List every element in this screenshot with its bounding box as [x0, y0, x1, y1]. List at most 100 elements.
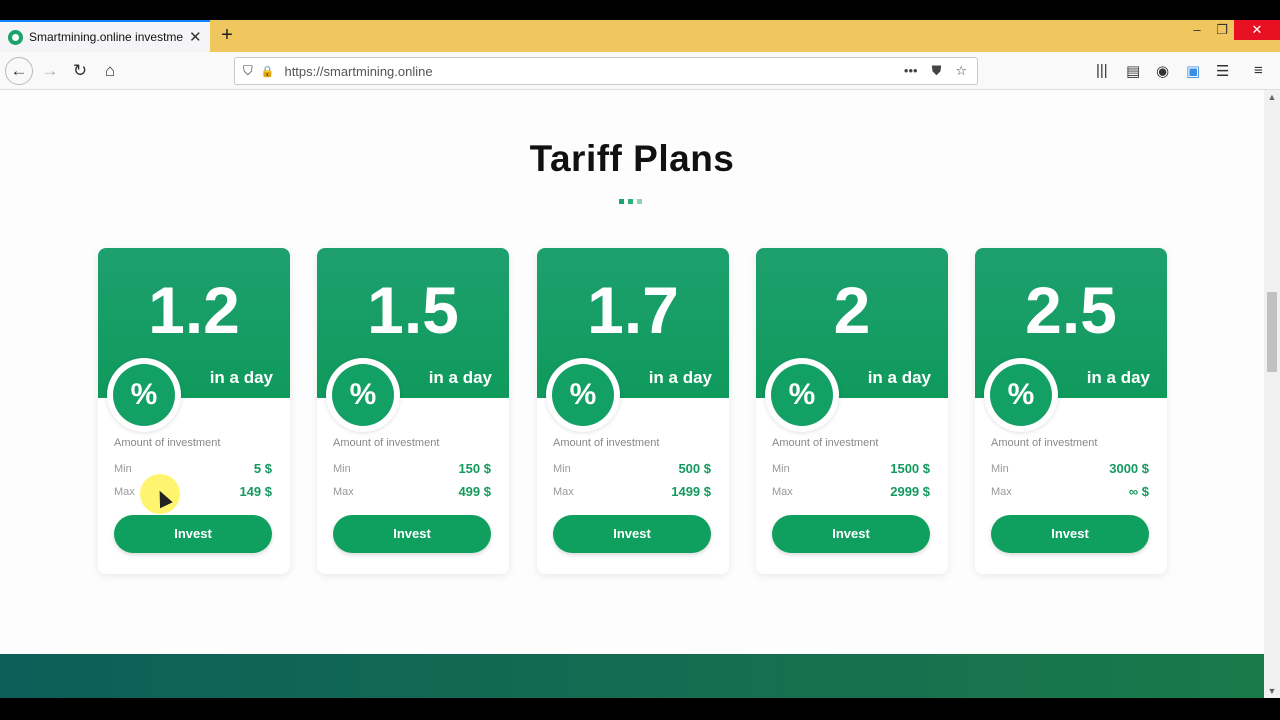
title-divider-dots — [619, 199, 642, 204]
url-bar[interactable]: ⛉ 🔒 https://smartmining.online ••• ⛊ ☆ — [234, 57, 978, 85]
new-tab-button[interactable]: + — [216, 24, 238, 46]
scrollbar-thumb[interactable] — [1267, 292, 1277, 372]
lock-icon[interactable]: 🔒 — [261, 65, 275, 78]
amount-label: Amount of investment — [772, 437, 879, 449]
max-label: Max — [772, 485, 793, 498]
sidebar-icon[interactable]: ▤ — [1126, 62, 1140, 80]
close-window-button[interactable]: ✕ — [1234, 20, 1280, 40]
tab-smartmining[interactable]: Smartmining.online investmen ✕ — [0, 20, 210, 52]
footer-band — [0, 654, 1264, 698]
forward-button[interactable]: → — [37, 58, 63, 84]
scroll-up-icon[interactable]: ▲ — [1264, 92, 1280, 102]
max-row: Max 1499 $ — [553, 484, 711, 499]
site-favicon-icon — [8, 29, 23, 45]
max-label: Max — [991, 485, 1012, 498]
url-text[interactable]: https://smartmining.online — [284, 64, 903, 79]
percent-badge: % — [546, 358, 620, 432]
min-label: Min — [553, 462, 571, 475]
plan-rate: 1.2 — [148, 273, 240, 347]
min-row: Min 150 $ — [333, 461, 491, 476]
amount-label: Amount of investment — [553, 437, 660, 449]
plan-period: in a day — [209, 368, 273, 387]
tab-strip: Smartmining.online investmen ✕ + – ❐ ✕ — [0, 20, 1280, 52]
min-label: Min — [114, 462, 132, 475]
tariff-plan-card: 2 in a day % Amount of investment Min 15… — [756, 248, 948, 574]
amount-label: Amount of investment — [333, 437, 440, 449]
tariff-plan-card: 1.5 in a day % Amount of investment Min … — [317, 248, 509, 574]
invest-button[interactable]: Invest — [991, 515, 1149, 553]
tab-title: Smartmining.online investmen — [29, 30, 183, 44]
percent-badge: % — [326, 358, 400, 432]
min-label: Min — [991, 462, 1009, 475]
plan-period: in a day — [1086, 368, 1150, 387]
toolbar-menu-icon[interactable]: ☰ — [1216, 62, 1229, 80]
plan-rate: 2 — [833, 273, 871, 347]
max-value: 149 $ — [239, 484, 272, 499]
page-scrollbar[interactable]: ▲ ▼ — [1264, 90, 1280, 698]
hamburger-menu-icon[interactable]: ≡ — [1254, 62, 1263, 79]
min-row: Min 3000 $ — [991, 461, 1149, 476]
amount-label: Amount of investment — [991, 437, 1098, 449]
page-content: Tariff Plans 1.2 in a day % Amount of in… — [0, 90, 1264, 698]
tracking-shield-icon[interactable]: ⛉ — [243, 63, 253, 79]
browser-window: Smartmining.online investmen ✕ + – ❐ ✕ ←… — [0, 0, 1280, 720]
invest-button[interactable]: Invest — [553, 515, 711, 553]
min-value: 5 $ — [253, 461, 272, 476]
bookmark-star-icon[interactable]: ☆ — [955, 63, 967, 79]
tariff-plan-card: 1.2 in a day % Amount of investment Min … — [98, 248, 290, 574]
percent-badge: % — [765, 358, 839, 432]
home-button[interactable]: ⌂ — [97, 58, 123, 84]
invest-button[interactable]: Invest — [114, 515, 272, 553]
restore-button[interactable]: ❐ — [1208, 20, 1236, 40]
min-value: 3000 $ — [1109, 461, 1149, 476]
tab-close-icon[interactable]: ✕ — [189, 28, 202, 46]
min-value: 500 $ — [678, 461, 711, 476]
min-value: 1500 $ — [890, 461, 930, 476]
max-value: 2999 $ — [890, 484, 930, 499]
plan-rate: 1.5 — [367, 273, 459, 347]
max-row: Max 149 $ — [114, 484, 272, 499]
min-row: Min 500 $ — [553, 461, 711, 476]
section-title: Tariff Plans — [529, 138, 735, 179]
tariff-plan-card: 2.5 in a day % Amount of investment Min … — [975, 248, 1167, 574]
percent-icon: % — [113, 364, 175, 426]
plan-period: in a day — [428, 368, 492, 387]
max-value: ∞ $ — [1128, 484, 1149, 499]
library-icon[interactable]: ||| — [1096, 62, 1108, 79]
max-label: Max — [114, 485, 135, 498]
nav-toolbar: ← → ↻ ⌂ ⛉ 🔒 https://smartmining.online •… — [0, 52, 1280, 90]
account-icon[interactable]: ◉ — [1156, 62, 1169, 80]
amount-label: Amount of investment — [114, 437, 221, 449]
max-label: Max — [333, 485, 354, 498]
pocket-icon[interactable]: ⛊ — [932, 63, 942, 79]
min-label: Min — [772, 462, 790, 475]
minimize-button[interactable]: – — [1183, 20, 1211, 40]
min-row: Min 5 $ — [114, 461, 272, 476]
max-row: Max 2999 $ — [772, 484, 930, 499]
percent-badge: % — [984, 358, 1058, 432]
percent-icon: % — [771, 364, 833, 426]
percent-icon: % — [990, 364, 1052, 426]
tariff-plan-card: 1.7 in a day % Amount of investment Min … — [537, 248, 729, 574]
page-actions-icon[interactable]: ••• — [904, 63, 918, 79]
max-value: 499 $ — [458, 484, 491, 499]
reload-button[interactable]: ↻ — [67, 58, 93, 84]
max-label: Max — [553, 485, 574, 498]
min-label: Min — [333, 462, 351, 475]
min-row: Min 1500 $ — [772, 461, 930, 476]
extension-icon[interactable]: ▣ — [1186, 62, 1200, 80]
max-row: Max ∞ $ — [991, 484, 1149, 499]
invest-button[interactable]: Invest — [772, 515, 930, 553]
invest-button[interactable]: Invest — [333, 515, 491, 553]
scroll-down-icon[interactable]: ▼ — [1264, 686, 1280, 696]
percent-icon: % — [552, 364, 614, 426]
plan-period: in a day — [648, 368, 712, 387]
percent-badge: % — [107, 358, 181, 432]
max-row: Max 499 $ — [333, 484, 491, 499]
plan-rate: 2.5 — [1025, 273, 1117, 347]
percent-icon: % — [332, 364, 394, 426]
plan-period: in a day — [867, 368, 931, 387]
min-value: 150 $ — [458, 461, 491, 476]
max-value: 1499 $ — [671, 484, 711, 499]
back-button[interactable]: ← — [5, 57, 33, 85]
